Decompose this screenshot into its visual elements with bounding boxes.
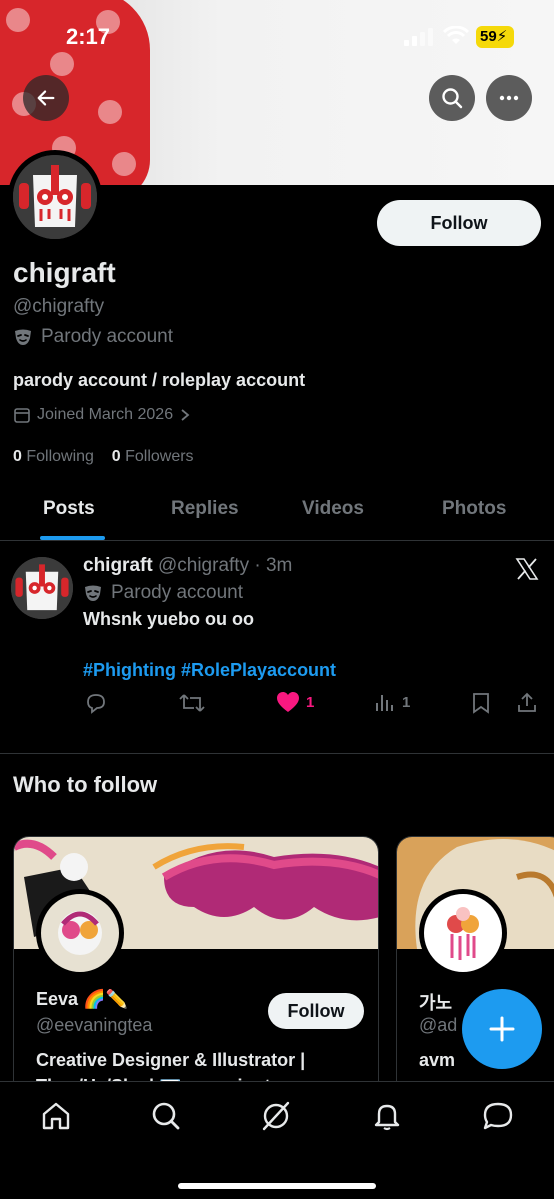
- nav-home[interactable]: [40, 1100, 72, 1137]
- following-stat[interactable]: 0 Following: [13, 448, 94, 465]
- back-arrow-icon: [37, 90, 55, 106]
- more-options-button[interactable]: [486, 75, 532, 121]
- card-bio: Creative Designer & Illustrator | They/H…: [36, 1050, 306, 1081]
- wifi-icon: [443, 26, 469, 44]
- banner-dot: [112, 152, 136, 176]
- avatar-image: [13, 155, 97, 239]
- profile-tabs: Posts Replies Videos Photos: [0, 484, 554, 541]
- nav-notifications[interactable]: [371, 1100, 403, 1137]
- compose-button[interactable]: [462, 989, 542, 1069]
- back-button[interactable]: [23, 75, 69, 121]
- nav-explore[interactable]: [150, 1100, 182, 1137]
- reply-button[interactable]: [84, 691, 108, 715]
- x-logo-icon: [515, 558, 539, 580]
- repost-button[interactable]: [178, 691, 206, 715]
- bookmark-button[interactable]: [470, 691, 492, 715]
- share-button[interactable]: [515, 691, 539, 715]
- post-text: Whsnk yuebo ou oo: [83, 609, 254, 629]
- card-follow-button[interactable]: Follow: [268, 993, 364, 1029]
- status-time: 2:17: [66, 24, 111, 49]
- views-icon: [376, 695, 393, 711]
- search-icon: [442, 88, 463, 109]
- parody-label-text: Parody account: [41, 326, 174, 347]
- like-button[interactable]: 1: [276, 691, 314, 713]
- active-tab-indicator: [40, 536, 105, 540]
- mask-icon: [85, 585, 101, 601]
- plus-icon: [489, 1016, 515, 1042]
- bottom-navigation: [0, 1081, 554, 1199]
- follow-button[interactable]: Follow: [377, 200, 541, 246]
- tab-photos[interactable]: Photos: [442, 498, 506, 520]
- cellular-signal-icon: [404, 28, 433, 46]
- nav-grok[interactable]: [260, 1100, 292, 1137]
- card-handle: @ad: [419, 1015, 458, 1035]
- followers-stat[interactable]: 0 Followers: [112, 448, 194, 465]
- views-button[interactable]: 1: [374, 691, 410, 713]
- bookmark-icon: [473, 693, 489, 714]
- card-avatar[interactable]: [36, 889, 124, 977]
- notifications-icon: [374, 1104, 400, 1131]
- chevron-right-icon: [181, 409, 190, 421]
- post-actions: 1 1: [0, 691, 554, 721]
- suggestion-card[interactable]: Eeva 🌈✏️ @eevaningtea Creative Designer …: [13, 836, 379, 1081]
- post-parody-text: Parody account: [111, 582, 244, 603]
- tab-videos[interactable]: Videos: [302, 498, 364, 520]
- profile-handle: @chigrafty: [13, 296, 105, 317]
- post-avatar[interactable]: [11, 557, 73, 619]
- explore-icon: [152, 1102, 180, 1130]
- profile-name: chigraft: [13, 257, 116, 288]
- mask-icon: [15, 329, 31, 345]
- grok-icon: [262, 1101, 290, 1131]
- card-name: Eeva 🌈✏️: [36, 989, 128, 1009]
- messages-icon: [483, 1102, 513, 1130]
- joined-date[interactable]: Joined March 2026: [13, 406, 191, 424]
- home-indicator: [178, 1183, 376, 1189]
- followers-label: Followers: [125, 448, 194, 465]
- repost-icon: [179, 694, 205, 712]
- card-avatar-image: [41, 894, 119, 972]
- followers-count: 0: [111, 448, 121, 465]
- following-label: Following: [26, 448, 94, 465]
- nav-messages[interactable]: [481, 1100, 515, 1137]
- status-bar: 2:17 59⚡: [0, 18, 554, 58]
- post-author-name[interactable]: chigraft: [83, 555, 153, 576]
- share-icon: [518, 692, 536, 712]
- who-to-follow-title: Who to follow: [13, 772, 158, 797]
- calendar-icon: [14, 408, 30, 423]
- home-icon: [42, 1102, 70, 1130]
- post-hashtags[interactable]: #Phighting #RolePlayaccount: [83, 660, 336, 681]
- card-avatar-image: [424, 894, 502, 972]
- tab-replies[interactable]: Replies: [171, 498, 239, 520]
- post-parody-label: Parody account: [83, 582, 243, 604]
- joined-text: Joined March 2026: [37, 406, 174, 423]
- banner-dot: [98, 100, 122, 124]
- post[interactable]: chigraft @chigrafty · 3m Parody account …: [0, 541, 554, 754]
- following-count: 0: [13, 448, 22, 465]
- like-count: 1: [306, 693, 315, 711]
- view-count: 1: [402, 693, 411, 711]
- tab-posts[interactable]: Posts: [43, 498, 95, 520]
- heart-icon: [277, 692, 299, 712]
- battery-level: 59: [480, 28, 497, 45]
- card-avatar[interactable]: [419, 889, 507, 977]
- profile-avatar[interactable]: [8, 150, 102, 244]
- parody-label: Parody account: [13, 326, 173, 348]
- post-handle-time: @chigrafty · 3m: [157, 555, 293, 576]
- card-handle: @eevaningtea: [36, 1015, 153, 1035]
- profile-bio: parody account / roleplay account: [13, 370, 306, 390]
- reply-icon: [87, 694, 105, 714]
- post-header: chigraft @chigrafty · 3m: [83, 555, 292, 577]
- battery-indicator: 59⚡: [476, 26, 514, 48]
- search-button[interactable]: [429, 75, 475, 121]
- follow-stats: 0 Following 0 Followers: [13, 448, 194, 466]
- more-icon: [499, 95, 519, 101]
- card-name: 가노: [419, 993, 453, 1013]
